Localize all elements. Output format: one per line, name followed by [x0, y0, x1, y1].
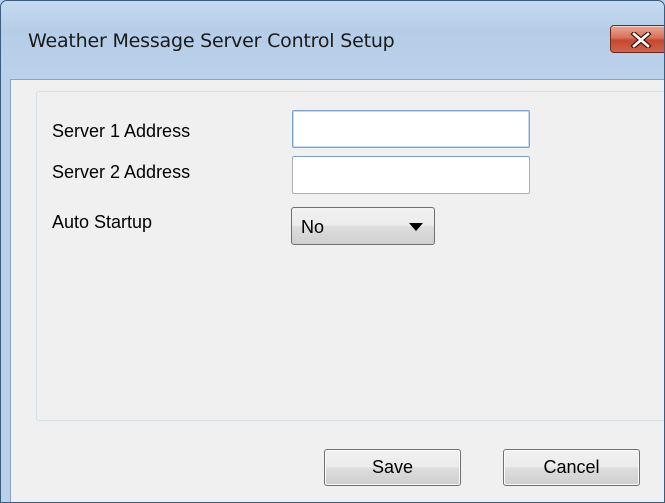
dropdown-arrow-icon: [409, 223, 423, 231]
window-title: Weather Message Server Control Setup: [28, 30, 395, 52]
server1-address-label: Server 1 Address: [52, 121, 191, 141]
dialog-client-area: Server 1 Address Server 2 Address Auto S…: [10, 79, 664, 502]
close-icon: [630, 32, 652, 48]
server1-address-input[interactable]: [292, 110, 530, 148]
auto-startup-selected-value: No: [301, 217, 325, 237]
settings-panel: Server 1 Address Server 2 Address Auto S…: [36, 91, 664, 421]
server2-address-input[interactable]: [292, 156, 530, 194]
auto-startup-label: Auto Startup: [52, 212, 153, 232]
auto-startup-dropdown[interactable]: No: [291, 207, 435, 245]
save-button[interactable]: Save: [324, 449, 461, 486]
server2-address-label: Server 2 Address: [52, 162, 191, 182]
dialog-window: Weather Message Server Control Setup Ser…: [0, 0, 665, 503]
close-button[interactable]: [610, 25, 664, 53]
cancel-button[interactable]: Cancel: [503, 449, 640, 486]
title-bar[interactable]: Weather Message Server Control Setup: [1, 1, 664, 79]
